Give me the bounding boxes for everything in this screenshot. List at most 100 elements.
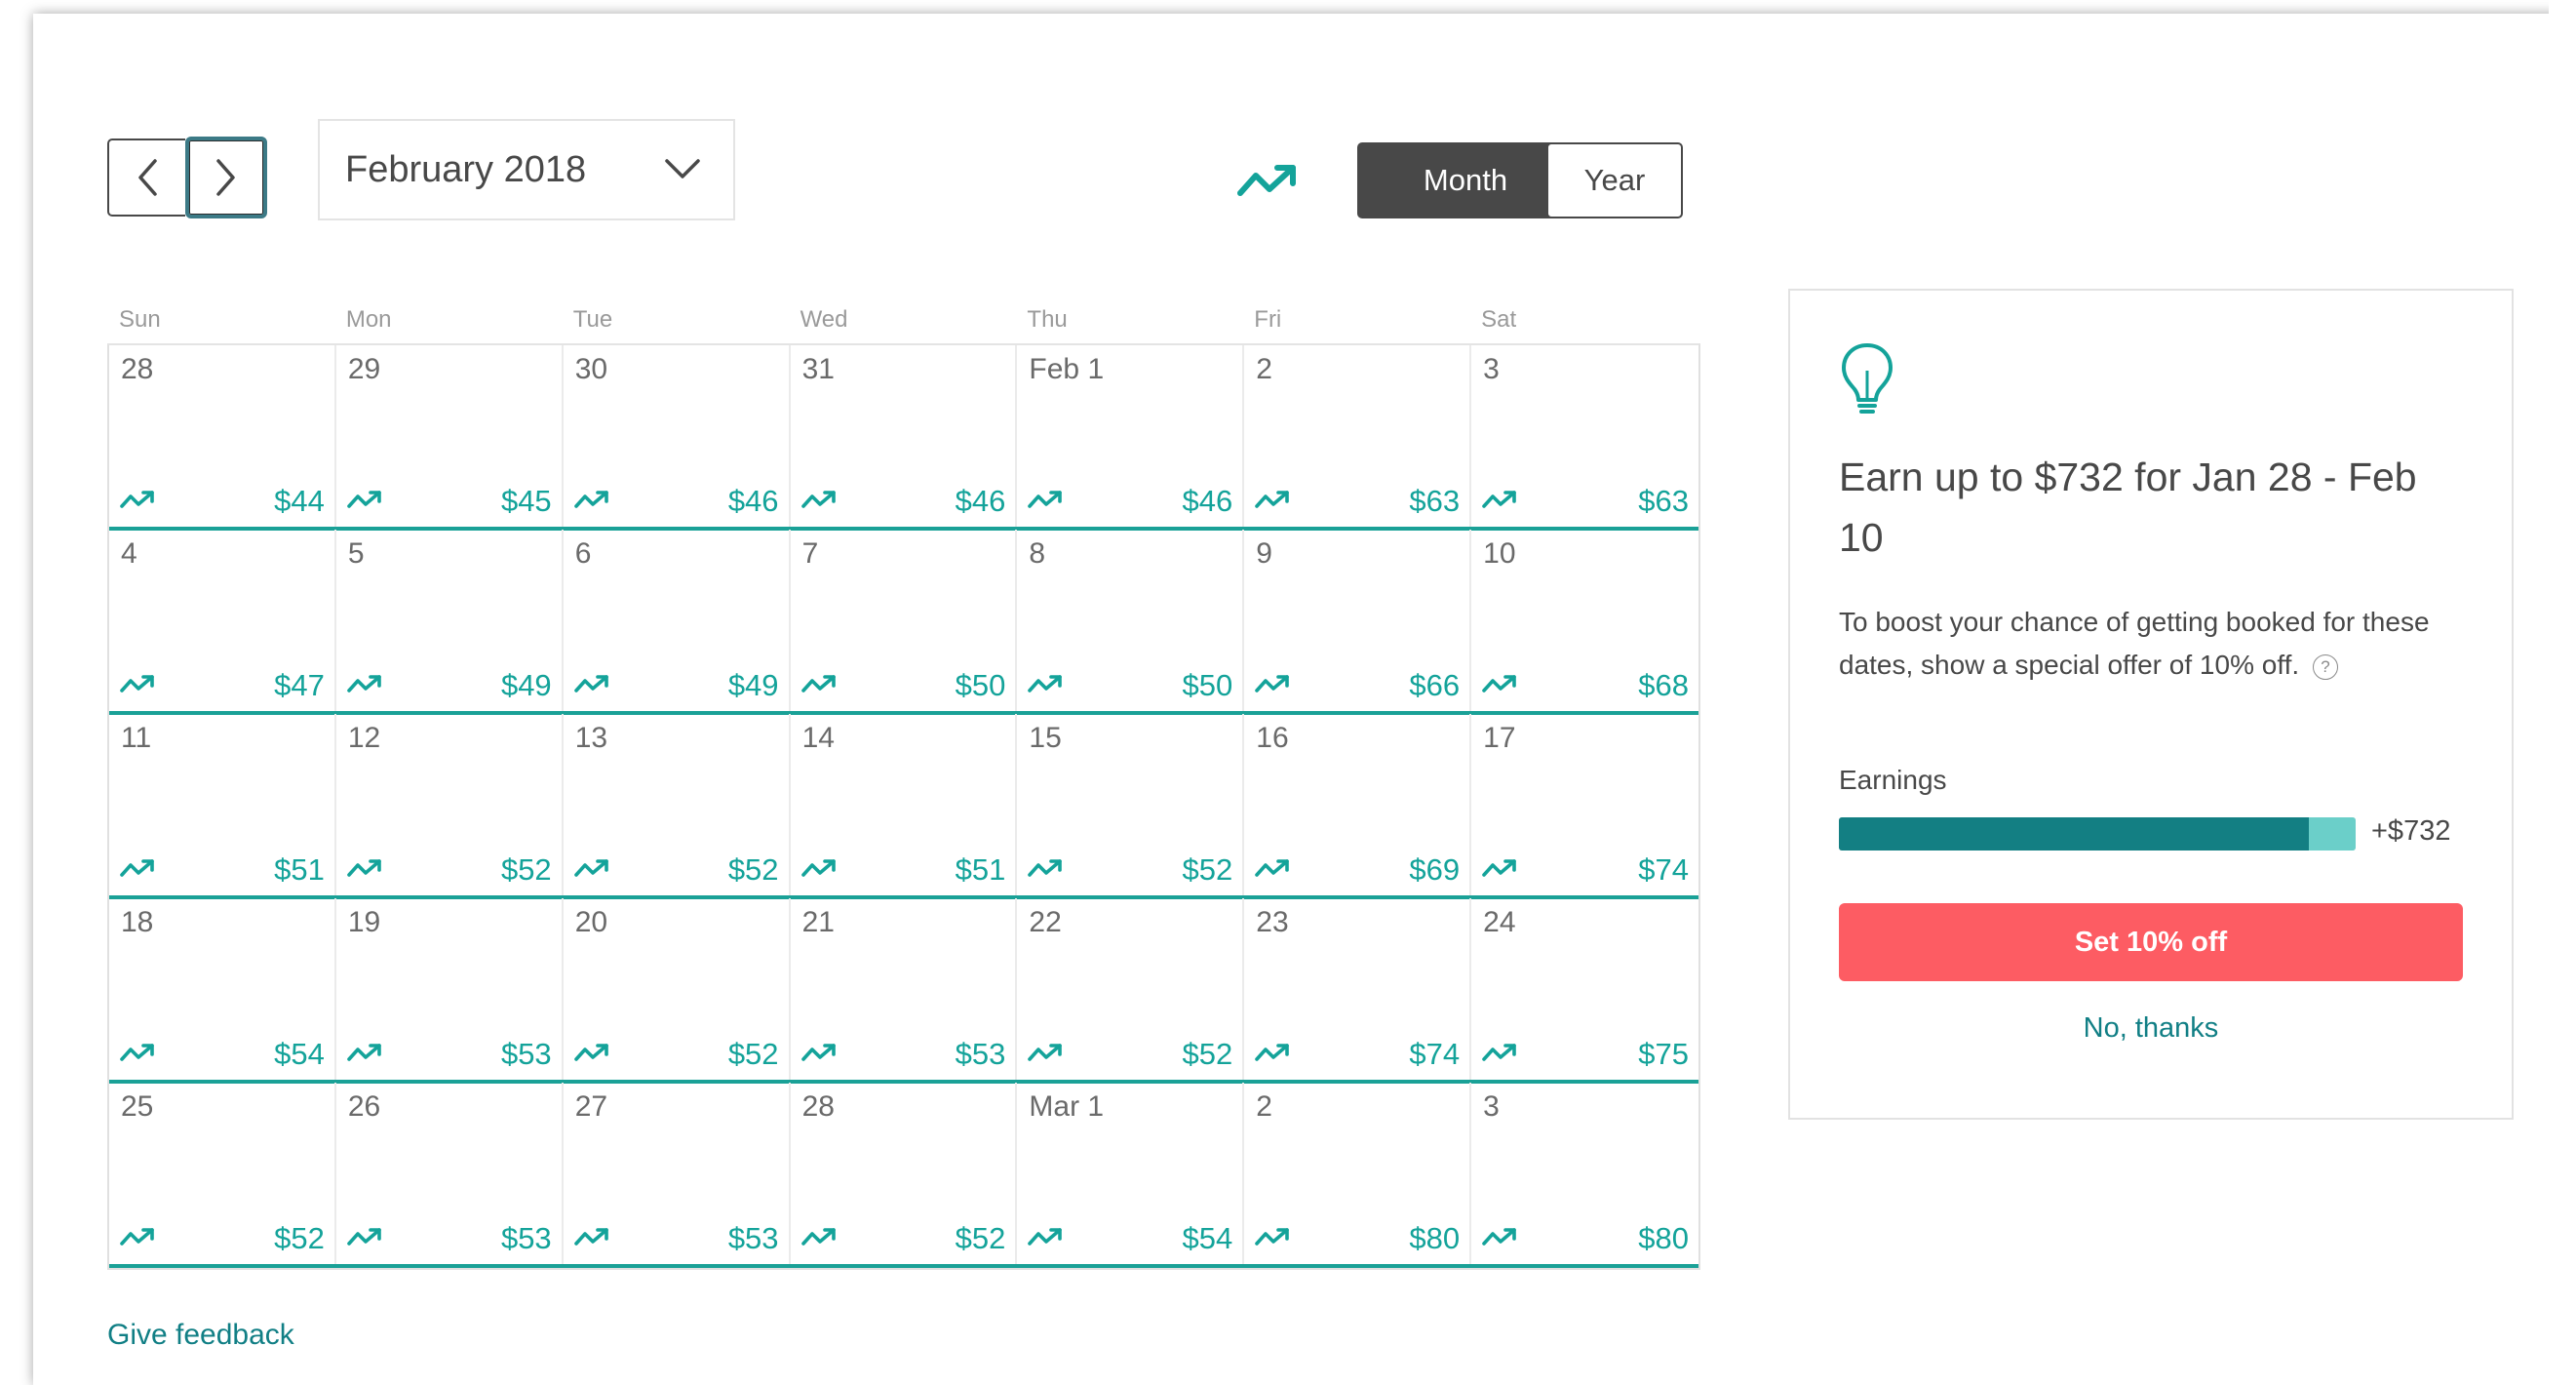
calendar-day-cell[interactable]: 25 $52 [109,1083,336,1264]
weekday-label: Wed [800,306,848,333]
trending-up-icon [1254,1226,1293,1252]
night-price: $54 [1182,1221,1233,1255]
calendar-day-cell[interactable]: 31 $46 [791,345,1018,527]
month-selector[interactable]: February 2018 [318,119,735,220]
earnings-base-fill [1839,817,2310,851]
set-discount-button[interactable]: Set 10% off [1839,903,2463,981]
trending-up-icon [573,489,612,515]
trending-up-icon [800,857,839,884]
chevron-right-icon [216,159,235,196]
day-number: 8 [1029,537,1046,570]
offer-title: Earn up to $732 for Jan 28 - Feb 10 [1839,455,2417,560]
calendar-day-cell[interactable]: 11 $51 [109,714,336,895]
trending-up-icon [119,857,158,884]
night-price: $53 [955,1037,1006,1071]
no-thanks-link[interactable]: No, thanks [1839,1012,2463,1045]
calendar-day-cell[interactable]: 2 $63 [1244,345,1472,527]
calendar-day-cell[interactable]: 15 $52 [1017,714,1245,895]
calendar-day-cell[interactable]: 3 $80 [1471,1083,1698,1264]
weekday-label: Sun [119,306,161,333]
calendar-day-cell[interactable]: 23 $74 [1244,898,1472,1080]
calendar-day-cell[interactable]: 19 $53 [336,898,564,1080]
trending-up-icon [1237,165,1296,196]
calendar-day-cell[interactable]: 12 $52 [336,714,564,895]
calendar-day-cell[interactable]: Mar 1 $54 [1017,1083,1245,1264]
calendar-day-cell[interactable]: 30 $46 [564,345,791,527]
calendar-day-cell[interactable]: 20 $52 [564,898,791,1080]
calendar-day-cell[interactable]: 18 $54 [109,898,336,1080]
calendar-day-cell[interactable]: 28 $52 [791,1083,1018,1264]
trending-up-icon [346,857,385,884]
day-number: 26 [347,1090,381,1123]
calendar-day-cell[interactable]: 3 $63 [1471,345,1698,527]
night-price: $80 [1638,1221,1689,1255]
calendar-day-cell[interactable]: 22 $52 [1017,898,1245,1080]
question-circle-icon[interactable]: ? [2312,654,2338,680]
month-view-button[interactable]: Month [1357,142,1574,218]
calendar-day-cell[interactable]: Feb 1 $46 [1017,345,1245,527]
give-feedback-link[interactable]: Give feedback [107,1319,294,1352]
trending-up-icon [1254,857,1293,884]
trending-up-icon [1481,857,1520,884]
calendar-day-cell[interactable]: 24 $75 [1471,898,1698,1080]
previous-month-button[interactable] [107,138,185,217]
calendar-day-cell[interactable]: 17 $74 [1471,714,1698,895]
year-view-button[interactable]: Year [1546,142,1683,218]
trending-up-icon [573,857,612,884]
chevron-left-icon [138,159,157,196]
calendar-day-cell[interactable]: 28 $44 [109,345,336,527]
night-price: $63 [1409,484,1461,518]
night-price: $52 [500,852,552,887]
trending-up-icon [800,673,839,699]
night-price: $51 [274,852,325,887]
calendar-day-cell[interactable]: 5 $49 [336,530,564,711]
trending-up-icon [346,489,385,515]
night-price: $53 [500,1221,552,1255]
calendar-day-cell[interactable]: 7 $50 [791,530,1018,711]
day-number: 6 [574,537,592,570]
calendar-day-cell[interactable]: 8 $50 [1017,530,1245,711]
day-number: Feb 1 [1029,353,1105,385]
day-number: 15 [1029,722,1062,754]
day-number: 17 [1483,722,1516,754]
earnings-extra-fill [2309,817,2356,851]
special-offer-card: Earn up to $732 for Jan 28 - Feb 10 To b… [1788,289,2514,1120]
trending-up-icon [1254,489,1293,515]
calendar-day-cell[interactable]: 21 $53 [791,898,1018,1080]
calendar-week-row: 18 $54 19 $53 20 $52 21 $53 22 $52 23 $74 24 $75 [109,898,1698,1084]
trending-up-icon [800,489,839,515]
calendar-day-cell[interactable]: 13 $52 [564,714,791,895]
trending-up-icon [573,1226,612,1252]
night-price: $68 [1638,668,1689,702]
calendar-day-cell[interactable]: 4 $47 [109,530,336,711]
window-edge [2549,0,2576,1385]
trending-up-icon [346,1042,385,1068]
calendar-day-cell[interactable]: 9 $66 [1244,530,1472,711]
day-number: 22 [1029,906,1062,938]
calendar-grid: 28 $44 29 $45 30 $46 31 $46 Feb 1 $46 2 $63 3 $63 4 $47… [107,343,1700,1270]
trending-up-icon [346,673,385,699]
night-price: $53 [727,1221,779,1255]
day-number: 28 [121,353,154,385]
calendar-day-cell[interactable]: 10 $68 [1471,530,1698,711]
night-price: $49 [727,668,779,702]
day-number: 4 [121,537,137,570]
calendar-day-cell[interactable]: 29 $45 [336,345,564,527]
night-price: $66 [1409,668,1461,702]
offer-description: To boost your chance of getting booked f… [1839,601,2443,687]
day-number: 9 [1256,537,1272,570]
day-number: Mar 1 [1029,1090,1105,1123]
day-number: 30 [574,353,608,385]
night-price: $47 [274,668,325,702]
night-price: $80 [1409,1221,1461,1255]
calendar-day-cell[interactable]: 26 $53 [336,1083,564,1264]
calendar-day-cell[interactable]: 2 $80 [1244,1083,1472,1264]
calendar-day-cell[interactable]: 16 $69 [1244,714,1472,895]
day-number: 3 [1483,1090,1500,1123]
trending-up-icon [1027,489,1066,515]
calendar-day-cell[interactable]: 27 $53 [564,1083,791,1264]
night-price: $52 [1182,1037,1233,1071]
next-month-button[interactable] [185,137,267,218]
calendar-day-cell[interactable]: 14 $51 [791,714,1018,895]
calendar-day-cell[interactable]: 6 $49 [564,530,791,711]
